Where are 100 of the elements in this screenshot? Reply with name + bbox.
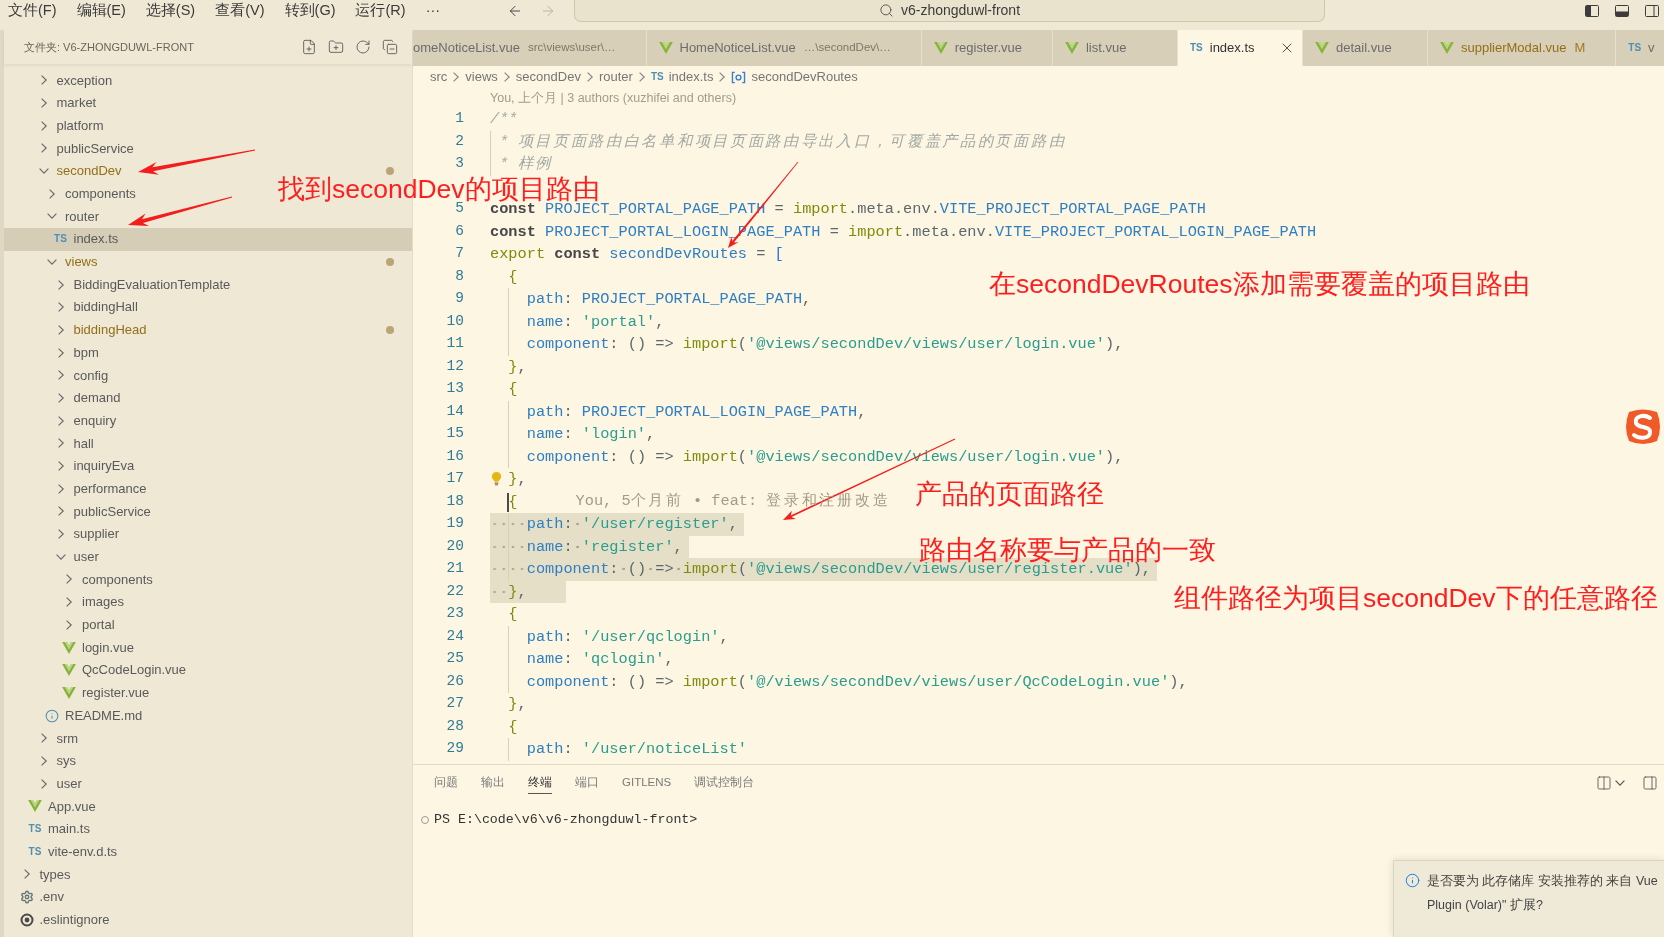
tree-item[interactable]: user [4, 545, 105, 569]
new-file-icon[interactable] [301, 39, 317, 55]
tree-item[interactable]: router [4, 205, 105, 228]
tree-item[interactable]: login.vue [4, 636, 141, 659]
menu-item[interactable]: 运行(R) [355, 0, 406, 21]
chevron-icon [638, 72, 645, 82]
panel-tab[interactable]: 调试控制台 [694, 772, 755, 794]
chevron-icon [719, 72, 726, 82]
panel-tab[interactable]: 问题 [434, 772, 458, 794]
tree-item[interactable]: .env [4, 885, 71, 909]
panel-layout-icon[interactable] [1642, 775, 1658, 791]
vue-logo-icon [28, 800, 42, 813]
menu-item[interactable]: 编辑(E) [76, 0, 126, 21]
tree-item[interactable]: biddingHead [4, 318, 153, 342]
breadcrumb-item[interactable]: router [598, 67, 633, 87]
tree-item[interactable]: portal [4, 613, 121, 637]
tree-item[interactable]: platform [4, 114, 110, 138]
editor-tab[interactable]: list.vue [1052, 30, 1178, 66]
search-icon [878, 3, 894, 18]
ts-icon: TS [650, 71, 664, 83]
logo-icon[interactable] [1623, 408, 1663, 446]
tree-item[interactable]: .eslintignore [4, 908, 116, 932]
tree-item[interactable]: publicService [4, 500, 157, 523]
editor-tab[interactable]: HomeNoticeList.vue …\secondDev\… [646, 30, 922, 66]
tree-item[interactable]: inquiryEva [4, 454, 141, 478]
collapse-icon[interactable] [382, 39, 398, 55]
editor-tab[interactable]: detail.vue [1302, 30, 1428, 66]
tree-item[interactable]: demand [4, 386, 127, 410]
new-folder-icon[interactable] [328, 39, 344, 55]
tree-item[interactable]: images [4, 590, 130, 614]
tree-item[interactable]: secondDev [4, 159, 128, 183]
tree-item[interactable]: srm [4, 726, 85, 750]
editor-tab[interactable]: TS v [1616, 30, 1664, 66]
tree-item[interactable]: components [4, 568, 159, 591]
panel-tab[interactable]: 终端 [528, 772, 552, 794]
panel-tab[interactable]: GITLENS [622, 772, 672, 794]
editor-tab[interactable]: TS index.ts [1177, 30, 1303, 66]
tree-item[interactable]: views [4, 250, 104, 274]
tree-item[interactable]: README.md [4, 704, 149, 727]
menu-item[interactable]: ··· [425, 0, 441, 21]
tree-item[interactable]: components [4, 182, 142, 206]
line-number: 12 [446, 356, 464, 376]
tree-item[interactable]: TS vite-env.d.ts [4, 840, 124, 864]
info-icon [1405, 873, 1420, 888]
refresh-icon[interactable] [355, 39, 371, 55]
tree-item[interactable]: types [4, 863, 77, 886]
panel-tab[interactable]: 输出 [481, 772, 505, 794]
command-center[interactable]: v6-zhongduwl-front [574, 0, 1325, 22]
code-line: * 项目页面路由白名单和项目页面路由导出入口，可覆盖产品的页面路由 [499, 131, 1067, 153]
annotation-text: 产品的页面路径 [915, 480, 1104, 508]
tree-item[interactable]: supplier [4, 522, 126, 546]
panel-bottom-icon[interactable] [1615, 4, 1629, 17]
vue-logo-icon [1314, 42, 1329, 54]
tree-item[interactable]: config [4, 363, 115, 387]
code-line: { [508, 716, 518, 738]
line-number: 27 [446, 694, 464, 714]
tree-item[interactable]: hall [4, 432, 100, 455]
tree-item[interactable]: QcCodeLogin.vue [4, 658, 193, 682]
editor-tab[interactable]: omeNoticeList.vue src\views\user\… [413, 30, 647, 66]
tree-item[interactable]: enquiry [4, 409, 123, 432]
tree-item[interactable]: exception [4, 69, 119, 92]
split-panel-icon[interactable] [1596, 775, 1612, 791]
tree-item[interactable]: publicService [4, 137, 140, 160]
tree-item[interactable]: register.vue [4, 681, 156, 705]
lightbulb-icon[interactable] [491, 471, 502, 486]
tree-item[interactable]: bpm [4, 341, 105, 364]
line-number: 18 [446, 491, 464, 511]
ts-icon: TS [54, 233, 67, 246]
line-number: 9 [455, 289, 464, 309]
tree-item[interactable]: market [4, 91, 103, 115]
breadcrumb-item[interactable]: src [430, 67, 448, 87]
tree-item[interactable]: sys [4, 749, 82, 773]
panel-right-icon[interactable] [1645, 4, 1659, 17]
tree-item[interactable]: App.vue [4, 795, 102, 818]
ts-icon: TS [1628, 42, 1642, 54]
code-line: name: 'portal', [526, 311, 665, 333]
breadcrumb-item[interactable]: secondDev [515, 67, 581, 87]
breadcrumb-item[interactable]: TS index.ts [650, 67, 714, 87]
line-number: 21 [446, 559, 464, 579]
panel-tab[interactable]: 端口 [575, 772, 599, 794]
breadcrumb-item[interactable]: secondDevRoutes [731, 67, 858, 87]
tree-item[interactable]: BiddingEvaluationTemplate [4, 273, 237, 296]
ring-icon [19, 912, 34, 927]
code-line: path: PROJECT_PORTAL_PAGE_PATH, [526, 289, 812, 310]
tree-item[interactable]: biddingHall [4, 295, 144, 319]
editor-tab[interactable]: register.vue [921, 30, 1053, 66]
tree-item[interactable]: performance [4, 477, 153, 501]
menu-item[interactable]: 选择(S) [145, 0, 196, 21]
menu-item[interactable]: 转到(G) [284, 0, 336, 21]
code-line: export const secondDevRoutes = [ [490, 244, 784, 265]
tree-item[interactable]: TS main.ts [4, 817, 96, 841]
menu-item[interactable]: 文件(F) [8, 0, 57, 21]
panel-left-icon[interactable] [1585, 4, 1599, 17]
breadcrumb-item[interactable]: views [465, 67, 498, 87]
editor-tab[interactable]: supplierModal.vue M [1427, 30, 1617, 66]
terminal-prompt: PS E:\code\v6\v6-zhongduwl-front> [434, 811, 698, 830]
tree-item[interactable]: TS index.ts [4, 227, 412, 251]
menu-item[interactable]: 查看(V) [215, 0, 265, 21]
code-line: { [508, 604, 518, 625]
tree-item[interactable]: user [4, 772, 88, 795]
